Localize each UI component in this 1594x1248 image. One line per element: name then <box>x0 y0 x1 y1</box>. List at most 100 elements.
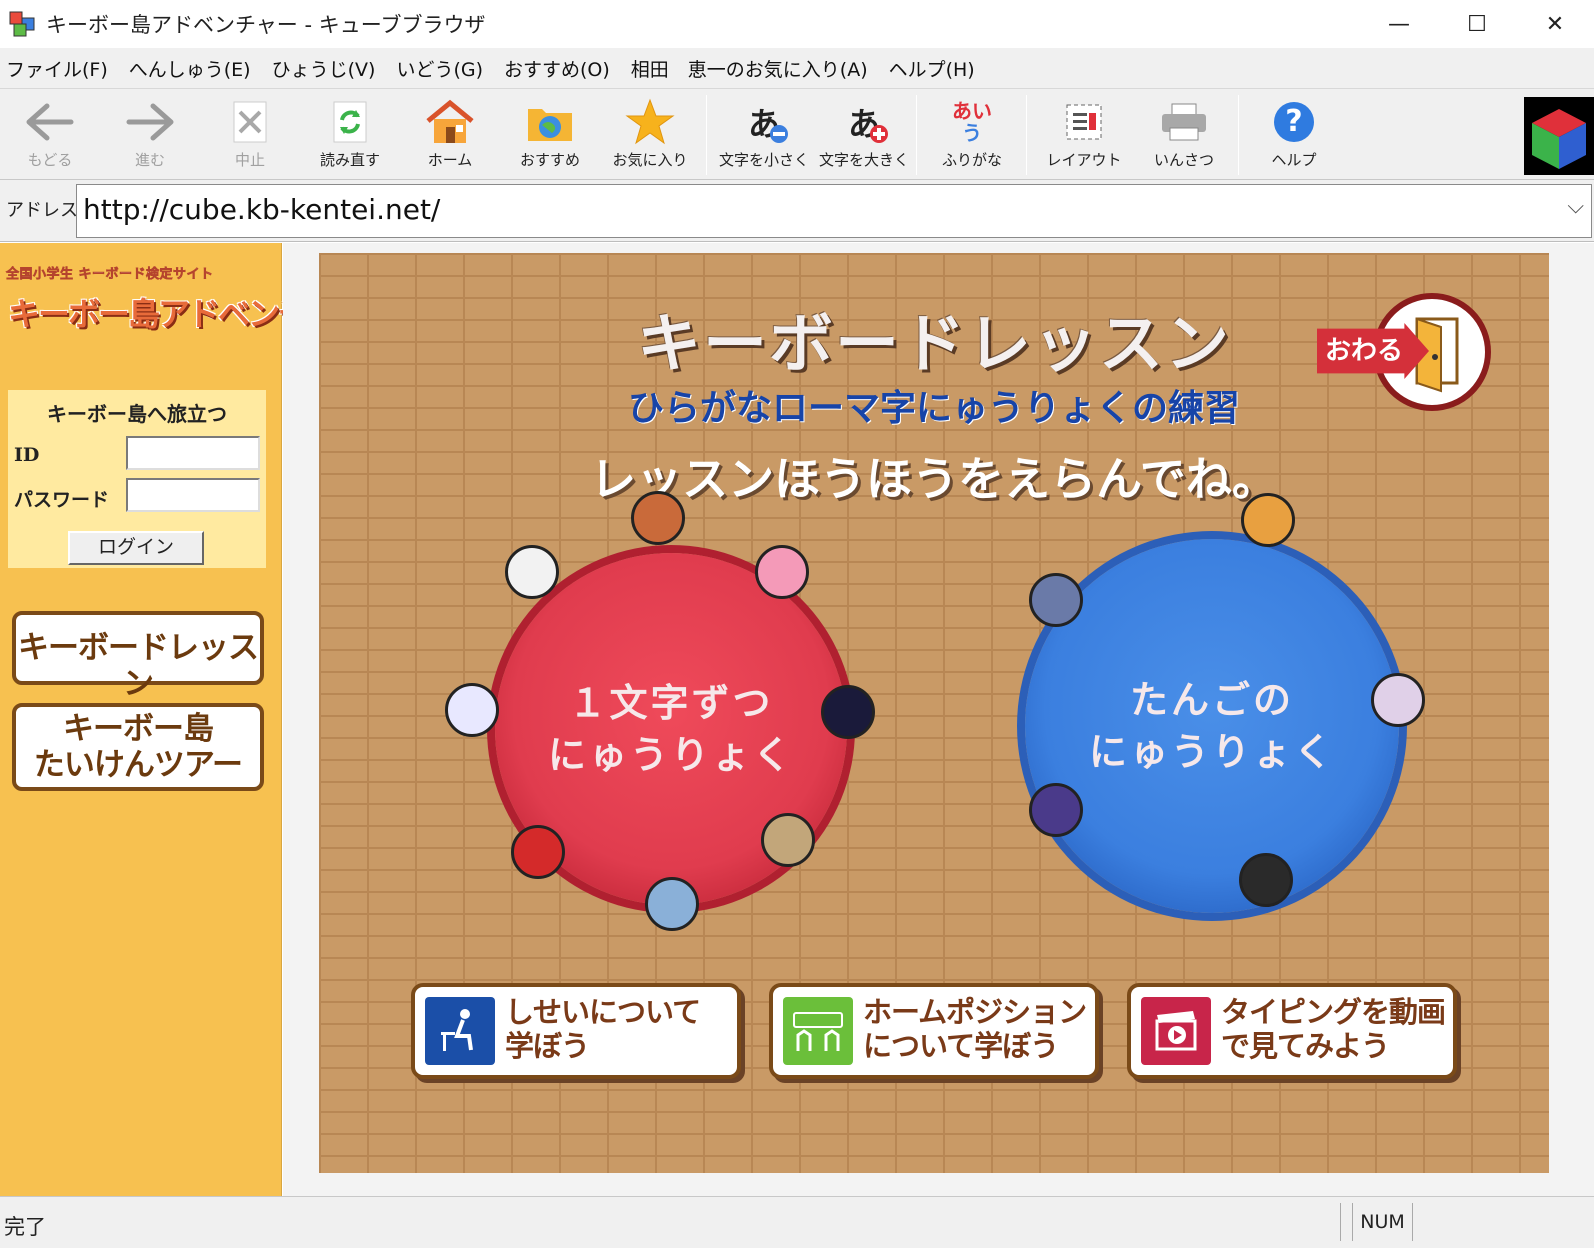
help-glyph: ? <box>1274 102 1314 142</box>
minimize-button[interactable]: — <box>1360 0 1438 48</box>
maximize-button[interactable]: ☐ <box>1438 0 1516 48</box>
toolbar: もどる 進む 中止 読み直す ホーム おすすめ お気に入り あ 文字を小さく あ… <box>0 88 1594 180</box>
cat-character-icon <box>1241 493 1295 547</box>
address-label: アドレス <box>6 200 78 221</box>
posture-line2: 学ぼう <box>505 1029 590 1063</box>
help-button[interactable]: ? ヘルプ <box>1244 89 1344 179</box>
reload-button[interactable]: 読み直す <box>300 89 400 179</box>
rooster-character-icon <box>1239 853 1293 907</box>
furigana-button[interactable]: あい う ふりがな <box>922 89 1022 179</box>
menu-favorites[interactable]: 相田 恵一のお気に入り(A) <box>629 55 883 82</box>
posture-lesson-button[interactable]: しせいについて 学ぼう <box>411 983 741 1079</box>
fox-character-icon <box>1029 573 1083 627</box>
back-button[interactable]: もどる <box>0 89 100 179</box>
forward-arrow-icon <box>124 97 176 147</box>
rabbit-character-icon <box>445 683 499 737</box>
home-button[interactable]: ホーム <box>400 89 500 179</box>
posture-line1: しせいについて <box>505 995 701 1029</box>
recommend-label: おすすめ <box>519 151 580 169</box>
address-input[interactable]: http://cube.kb-kentei.net/ <box>76 184 1592 238</box>
lesson-stage: キーボードレッスン ひらがなローマ字にゅうりょくの練習 レッスンほうほうをえらん… <box>319 253 1549 1173</box>
home-position-line2: について学ぼう <box>863 1029 1059 1063</box>
cube-browser-app-icon <box>8 10 40 38</box>
close-button[interactable]: ✕ <box>1516 0 1594 48</box>
back-arrow-icon <box>24 97 76 147</box>
help-icon: ? <box>1268 97 1320 147</box>
dog-character-icon <box>631 491 685 545</box>
login-panel: キーボー島へ旅立つ ID パスワード ログイン <box>8 390 266 568</box>
menu-help[interactable]: ヘルプ(H) <box>887 55 990 82</box>
help-label: ヘルプ <box>1271 151 1317 169</box>
printer-icon <box>1158 97 1210 147</box>
recommend-folder-icon <box>524 97 576 147</box>
login-button[interactable]: ログイン <box>68 531 204 565</box>
black-cat-character-icon <box>1029 783 1083 837</box>
num-lock-indicator: NUM <box>1352 1203 1412 1241</box>
princess-character-icon <box>755 545 809 599</box>
keyboard-lesson-label: キーボードレッスン <box>18 630 259 702</box>
logo-tagline: 全国小学生 キーボード検定サイト <box>6 267 214 283</box>
home-icon <box>424 97 476 147</box>
text-smaller-button[interactable]: あ 文字を小さく <box>714 89 814 179</box>
furigana-glyph-bottom: う <box>962 121 982 145</box>
exit-button[interactable]: おわる <box>1317 293 1497 417</box>
layout-label: レイアウト <box>1046 151 1122 169</box>
layout-button[interactable]: レイアウト <box>1034 89 1134 179</box>
id-field[interactable] <box>126 436 260 470</box>
address-bar: アドレス http://cube.kb-kentei.net/ ⌵ <box>0 180 1594 242</box>
menu-go[interactable]: いどう(G) <box>394 55 498 82</box>
posture-lesson-label: しせいについて 学ぼう <box>505 995 737 1063</box>
snail-character-icon <box>761 813 815 867</box>
text-larger-button[interactable]: あ 文字を大きく <box>814 89 914 179</box>
status-bar: 完了 NUM <box>0 1196 1594 1248</box>
id-label: ID <box>14 444 40 466</box>
menu-view[interactable]: ひょうじ(V) <box>270 55 391 82</box>
furigana-label: ふりがな <box>941 151 1002 169</box>
menu-edit[interactable]: へんしゅう(E) <box>127 55 266 82</box>
island-tour-button[interactable]: キーボー島 たいけんツアー <box>12 703 264 791</box>
home-position-button[interactable]: ホームポジション について学ぼう <box>769 983 1099 1079</box>
island-tour-label-line2: たいけんツアー <box>33 747 243 783</box>
reload-label: 読み直す <box>319 151 380 169</box>
keyboard-hands-icon <box>783 997 853 1065</box>
favorites-label: お気に入り <box>612 151 688 169</box>
text-smaller-label: 文字を小さく <box>718 151 809 169</box>
page-instruction: レッスンほうほうをえらんでね。 <box>590 452 1278 506</box>
stop-label: 中止 <box>234 151 265 169</box>
text-larger-icon: あ <box>838 97 890 147</box>
typing-video-button[interactable]: タイピングを動画 で見てみよう <box>1127 983 1457 1079</box>
toolbar-separator <box>916 95 917 175</box>
recommend-button[interactable]: おすすめ <box>500 89 600 179</box>
print-button[interactable]: いんさつ <box>1134 89 1234 179</box>
home-label: ホーム <box>427 151 473 169</box>
password-field[interactable] <box>126 478 260 512</box>
maximize-icon: ☐ <box>1467 11 1487 37</box>
mouse-character-icon <box>1371 673 1425 727</box>
word-input-line2: にゅうりょく <box>1088 730 1335 774</box>
stop-icon <box>224 97 276 147</box>
chevron-down-icon[interactable]: ⌵ <box>1567 194 1584 219</box>
site-logo[interactable]: 全国小学生 キーボード検定サイト キーボー島アドベンチャー <box>6 263 370 375</box>
island-tour-label-line1: キーボー島 <box>63 711 214 747</box>
single-char-line1: １文字ずつ <box>568 681 774 725</box>
password-label: パスワード <box>14 489 110 511</box>
toolbar-separator <box>1026 95 1027 175</box>
stop-button[interactable]: 中止 <box>200 89 300 179</box>
typing-video-line2: で見てみよう <box>1221 1029 1390 1063</box>
duck-character-icon <box>505 545 559 599</box>
forward-button[interactable]: 進む <box>100 89 200 179</box>
status-text: 完了 <box>4 1215 46 1239</box>
typing-video-label: タイピングを動画 で見てみよう <box>1221 995 1453 1063</box>
menu-recommend[interactable]: おすすめ(O) <box>502 55 625 82</box>
status-cell <box>1412 1203 1542 1241</box>
text-larger-label: 文字を大きく <box>818 151 909 169</box>
toolbar-separator <box>706 95 707 175</box>
close-icon: ✕ <box>1545 11 1565 37</box>
text-smaller-icon: あ <box>738 97 790 147</box>
page-content: キーボードレッスン ひらがなローマ字にゅうりょくの練習 レッスンほうほうをえらん… <box>283 243 1594 1196</box>
menu-file[interactable]: ファイル(F) <box>4 55 123 82</box>
keyboard-lesson-button[interactable]: キーボードレッスン <box>12 611 264 702</box>
title-bar: キーボー島アドベンチャー - キューブブラウザ — ☐ ✕ <box>0 0 1594 48</box>
favorites-button[interactable]: お気に入り <box>600 89 700 179</box>
video-clapper-icon <box>1141 997 1211 1065</box>
